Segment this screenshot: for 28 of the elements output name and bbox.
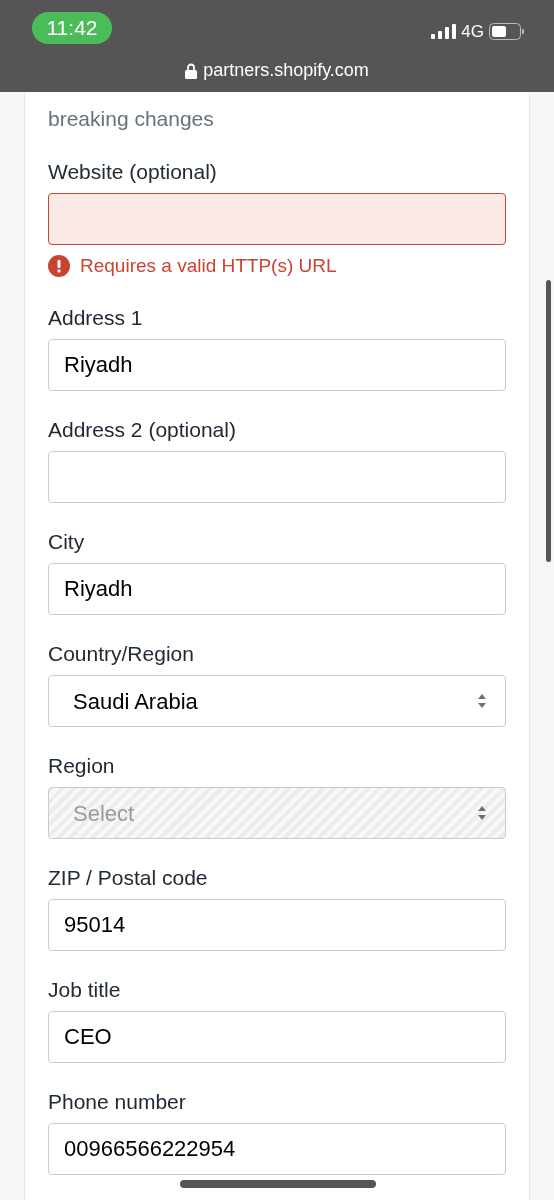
- error-message: Requires a valid HTTP(s) URL: [80, 254, 337, 278]
- dropdown-arrows-icon: [477, 805, 487, 821]
- network-type: 4G: [461, 21, 484, 43]
- input-field[interactable]: [48, 193, 506, 245]
- scrollbar[interactable]: [546, 280, 551, 562]
- field-label: Country/Region: [48, 641, 194, 667]
- clock: 11:42: [32, 12, 112, 44]
- field-label: Address 1: [48, 305, 143, 331]
- input-field[interactable]: 95014: [48, 899, 506, 951]
- field-label: Job title: [48, 977, 121, 1003]
- help-text: breaking changes: [48, 106, 215, 132]
- select-field[interactable]: Saudi Arabia: [48, 675, 506, 727]
- dropdown-arrows-icon: [477, 693, 487, 709]
- lock-icon: [185, 62, 198, 79]
- field-label: ZIP / Postal code: [48, 865, 208, 891]
- field-label: Address 2 (optional): [48, 417, 236, 443]
- error-icon: [48, 255, 70, 277]
- field-label: Phone number: [48, 1089, 186, 1115]
- field-label: Website (optional): [48, 159, 217, 185]
- input-field[interactable]: 00966566222954: [48, 1123, 506, 1175]
- field-label: City: [48, 529, 85, 555]
- url-text[interactable]: partners.shopify.com: [203, 57, 369, 84]
- field-label: Region: [48, 753, 115, 779]
- input-field[interactable]: Riyadh: [48, 339, 506, 391]
- signal-icon: [431, 24, 457, 40]
- input-field[interactable]: CEO: [48, 1011, 506, 1063]
- battery-icon: [489, 23, 524, 41]
- input-field[interactable]: Riyadh: [48, 563, 506, 615]
